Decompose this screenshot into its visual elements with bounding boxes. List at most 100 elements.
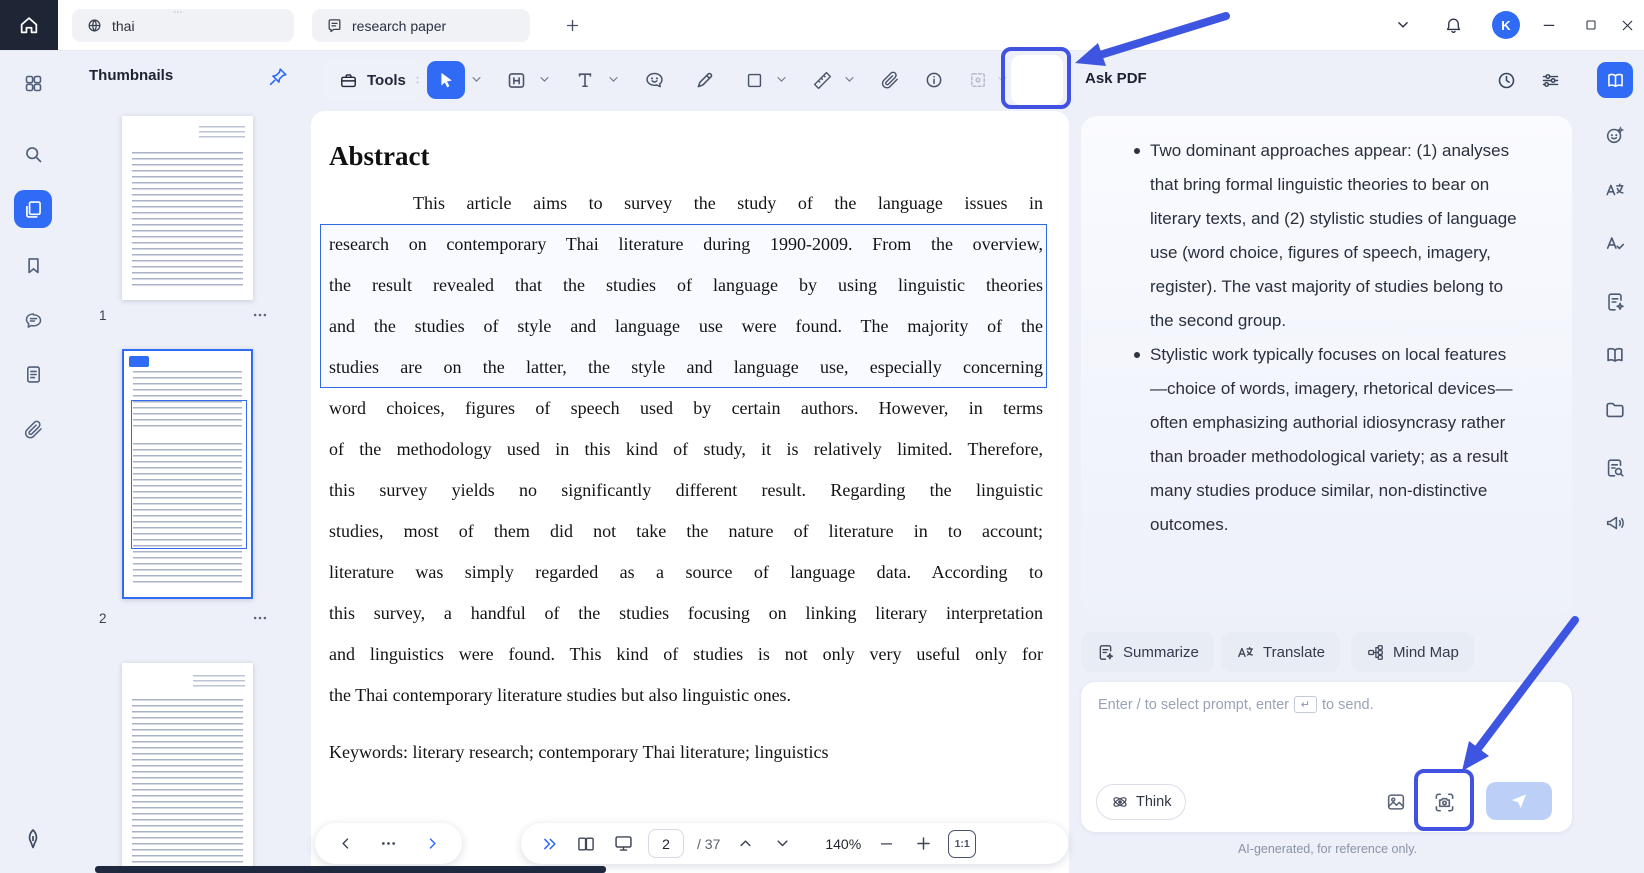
close-button[interactable] bbox=[1614, 12, 1640, 38]
shape-tool-button[interactable] bbox=[735, 61, 773, 99]
toolbox-icon bbox=[339, 71, 358, 90]
select-tool-button[interactable] bbox=[427, 61, 465, 99]
header-footer-chevron-icon[interactable] bbox=[537, 72, 552, 89]
ai-answer-list: Two dominant approaches appear: (1) anal… bbox=[1134, 134, 1518, 542]
attach-tool-button[interactable] bbox=[871, 61, 909, 99]
reader-book-icon[interactable] bbox=[1597, 62, 1633, 98]
ai-folder-icon[interactable] bbox=[1597, 392, 1633, 428]
bottom-dark-strip bbox=[95, 866, 606, 873]
tools-button[interactable]: Tools bbox=[323, 59, 422, 101]
actual-size-button[interactable]: 1:1 bbox=[948, 829, 977, 858]
attachments-icon[interactable] bbox=[14, 410, 52, 448]
page-icon[interactable] bbox=[14, 355, 52, 393]
expand-panel-icon[interactable] bbox=[537, 832, 561, 856]
search-icon[interactable] bbox=[14, 135, 52, 173]
page-number: 2 bbox=[99, 611, 107, 626]
send-button[interactable] bbox=[1486, 782, 1552, 820]
pdf-page: Abstract This article aims to survey the… bbox=[311, 111, 1069, 873]
measure-tool-chevron-icon[interactable] bbox=[842, 72, 857, 89]
shape-tool-chevron-icon[interactable] bbox=[774, 72, 789, 89]
page-number-input[interactable] bbox=[648, 829, 684, 858]
ai-disclaimer: AI-generated, for reference only. bbox=[1237, 842, 1418, 856]
thumb-text bbox=[193, 675, 245, 687]
tools-label: Tools bbox=[367, 71, 406, 89]
header-footer-tool-button[interactable] bbox=[497, 61, 535, 99]
pin-icon[interactable] bbox=[267, 66, 289, 88]
avatar[interactable]: K bbox=[1492, 11, 1520, 39]
presentation-icon[interactable] bbox=[611, 832, 635, 856]
summarize-button[interactable]: Summarize bbox=[1081, 632, 1214, 672]
stamp-tool-button[interactable] bbox=[915, 61, 953, 99]
window-drag-dots-icon bbox=[170, 6, 186, 16]
enter-key-icon: ↵ bbox=[1294, 696, 1318, 713]
page-menu-icon[interactable] bbox=[251, 609, 269, 627]
select-tool-chevron-icon[interactable] bbox=[469, 72, 484, 89]
document-line: of the methodology used in this kind of … bbox=[329, 439, 1043, 459]
zoom-out-icon[interactable] bbox=[874, 832, 898, 856]
think-button[interactable]: Think bbox=[1096, 784, 1187, 820]
document-line: literature was simply regarded as a sour… bbox=[329, 562, 1043, 582]
history-icon[interactable] bbox=[1493, 67, 1519, 93]
comment-tool-button[interactable] bbox=[635, 61, 673, 99]
page-menu-icon[interactable] bbox=[251, 306, 269, 324]
prompt-placeholder: Enter / to select prompt, enter ↵ to sen… bbox=[1098, 696, 1374, 713]
collapse-toolbar-button[interactable] bbox=[1390, 12, 1416, 38]
highlight-box-camera-button bbox=[1414, 769, 1474, 831]
page-total: / 37 bbox=[697, 835, 721, 852]
app-logo-icon bbox=[14, 820, 52, 858]
two-page-view-icon[interactable] bbox=[574, 832, 598, 856]
home-button[interactable] bbox=[0, 0, 58, 50]
back-icon[interactable] bbox=[333, 832, 357, 856]
forward-icon[interactable] bbox=[420, 832, 444, 856]
maximize-button[interactable] bbox=[1578, 12, 1604, 38]
page-thumbnail-3[interactable] bbox=[122, 663, 253, 873]
doc-search-icon[interactable] bbox=[1597, 450, 1633, 486]
apps-grid-icon[interactable] bbox=[14, 64, 52, 102]
document-line: this survey yields no significantly diff… bbox=[329, 480, 1043, 500]
screenshot-tool-button[interactable] bbox=[959, 61, 997, 99]
text-tool-chevron-icon[interactable] bbox=[606, 72, 621, 89]
new-tab-button[interactable] bbox=[560, 13, 585, 38]
zoom-level[interactable]: 140% bbox=[825, 836, 861, 852]
document-line: and linguistics were found. This kind of… bbox=[329, 644, 1043, 664]
comments-icon[interactable] bbox=[14, 301, 52, 339]
more-pages-icon[interactable] bbox=[377, 832, 401, 856]
prompt-composer[interactable]: Enter / to select prompt, enter ↵ to sen… bbox=[1081, 682, 1572, 832]
minimize-button[interactable] bbox=[1536, 12, 1562, 38]
document-line: word choices, figures of speech used by … bbox=[329, 398, 1043, 418]
previous-page-icon[interactable] bbox=[733, 832, 757, 856]
page-controls-bar: / 37 140% 1:1 bbox=[521, 823, 1068, 864]
settings-sliders-icon[interactable] bbox=[1537, 67, 1563, 93]
pen-tool-button[interactable] bbox=[685, 61, 723, 99]
measure-tool-button[interactable] bbox=[803, 61, 841, 99]
text-tool-button[interactable] bbox=[566, 61, 604, 99]
presenter-icon[interactable] bbox=[1597, 505, 1633, 541]
document-line: This article aims to survey the study of… bbox=[413, 193, 1043, 213]
summarize-doc-icon[interactable] bbox=[1597, 284, 1633, 320]
ai-chat-icon[interactable] bbox=[1597, 117, 1633, 153]
highlight-box-ai-button bbox=[1001, 47, 1071, 109]
translate-button[interactable]: Translate bbox=[1221, 632, 1340, 672]
thumbnails-icon[interactable] bbox=[14, 190, 52, 228]
mind-map-button[interactable]: Mind Map bbox=[1351, 632, 1474, 672]
document-line: research on contemporary Thai literature… bbox=[329, 234, 1043, 254]
translate-icon[interactable] bbox=[1597, 172, 1633, 208]
document-line: and the studies of style and language us… bbox=[329, 316, 1043, 336]
page-thumbnail-2[interactable] bbox=[122, 349, 253, 599]
proofread-icon[interactable] bbox=[1597, 226, 1633, 262]
mindmap-icon bbox=[1366, 643, 1385, 662]
action-label: Translate bbox=[1263, 643, 1325, 661]
notifications-button[interactable] bbox=[1440, 12, 1466, 38]
bookmark-icon[interactable] bbox=[14, 246, 52, 284]
chat-doc-icon bbox=[326, 17, 343, 34]
ai-answer-bullet: Two dominant approaches appear: (1) anal… bbox=[1134, 134, 1518, 338]
viewport-rect[interactable] bbox=[131, 400, 247, 549]
tab-research-paper[interactable]: research paper bbox=[312, 9, 530, 42]
open-book-icon[interactable] bbox=[1597, 337, 1633, 373]
zoom-in-icon[interactable] bbox=[911, 832, 935, 856]
action-label: Mind Map bbox=[1393, 643, 1459, 661]
next-page-icon[interactable] bbox=[770, 832, 794, 856]
atom-icon bbox=[1111, 793, 1129, 811]
page-thumbnail-1[interactable] bbox=[122, 116, 253, 300]
insert-image-icon[interactable] bbox=[1382, 788, 1410, 816]
